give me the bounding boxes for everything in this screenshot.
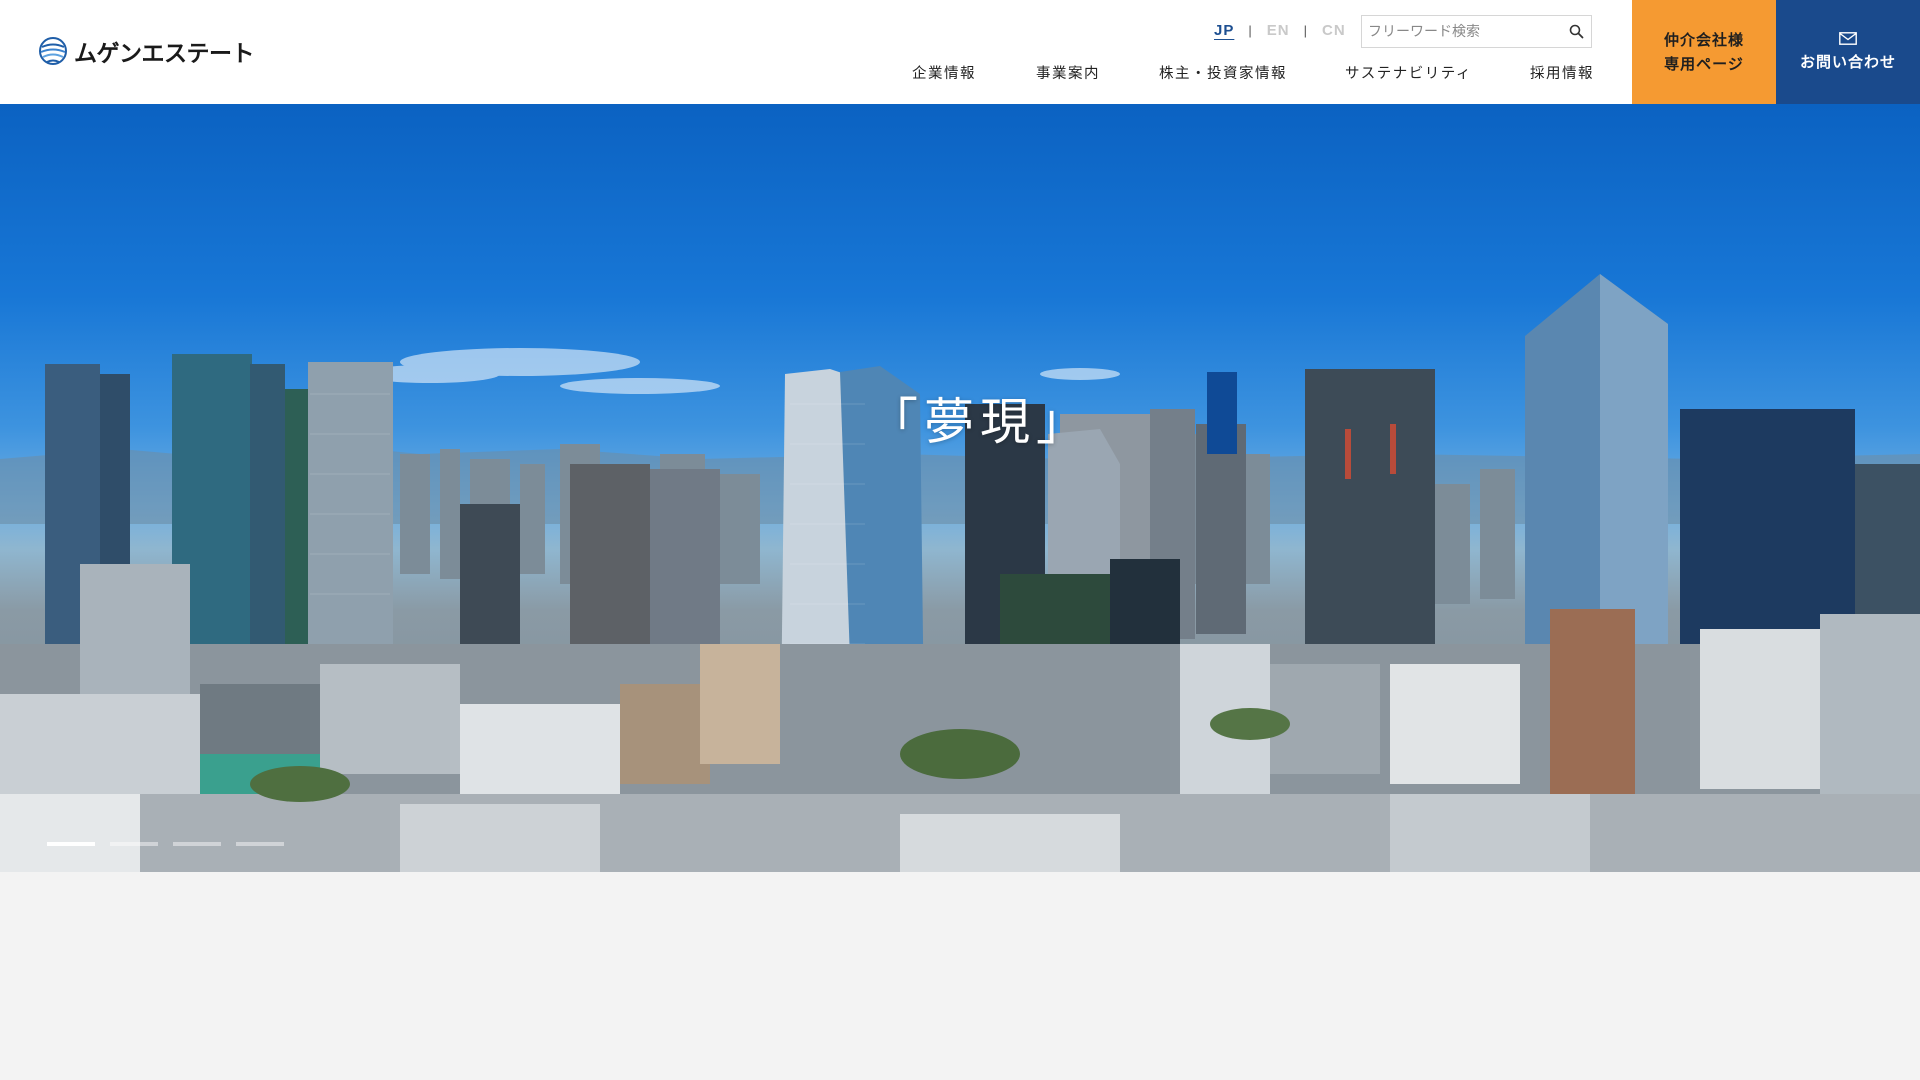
slider-pagination xyxy=(47,842,284,846)
language-switcher: JP | EN | CN xyxy=(1208,22,1352,39)
lang-cn[interactable]: CN xyxy=(1316,22,1352,39)
broker-page-button[interactable]: 仲介会社様 専用ページ xyxy=(1632,0,1776,104)
slider-dot-1[interactable] xyxy=(47,842,95,846)
contact-button[interactable]: お問い合わせ xyxy=(1776,0,1920,104)
logo-text: ムゲンエステート xyxy=(74,41,255,67)
nav-business[interactable]: 事業案内 xyxy=(1036,62,1100,83)
nav-investors[interactable]: 株主・投資家情報 xyxy=(1159,62,1287,83)
search-button[interactable] xyxy=(1561,16,1591,47)
broker-label-line1: 仲介会社様 xyxy=(1663,31,1744,49)
globe-logo-icon xyxy=(39,37,67,65)
hero-headline: 「夢現」 xyxy=(868,393,1092,451)
lang-separator: | xyxy=(1303,23,1308,38)
broker-button-label: 仲介会社様 専用ページ xyxy=(1664,28,1744,76)
search-box xyxy=(1361,15,1592,48)
slider-dot-3[interactable] xyxy=(173,842,221,846)
site-header: ムゲンエステート JP | EN | CN 企業情報 事業案内 株主・投資家情報… xyxy=(0,0,1920,104)
lang-jp[interactable]: JP xyxy=(1208,22,1240,39)
site-logo[interactable]: ムゲンエステート xyxy=(38,34,255,68)
lang-en[interactable]: EN xyxy=(1261,22,1296,39)
mail-icon xyxy=(1839,32,1857,45)
hero-slider: 「夢現」 xyxy=(0,104,1920,872)
slider-dot-4[interactable] xyxy=(236,842,284,846)
contact-button-label: お問い合わせ xyxy=(1799,53,1896,71)
search-input[interactable] xyxy=(1362,16,1561,47)
broker-label-line2: 専用ページ xyxy=(1664,55,1744,73)
search-icon xyxy=(1569,24,1583,39)
lang-separator: | xyxy=(1248,23,1253,38)
nav-sustainability[interactable]: サステナビリティ xyxy=(1345,62,1472,83)
hero-cityscape-image xyxy=(0,274,1920,872)
nav-company-info[interactable]: 企業情報 xyxy=(912,62,976,83)
slider-dot-2[interactable] xyxy=(110,842,158,846)
content-area xyxy=(0,872,1920,1080)
hero-accent-bar xyxy=(1207,372,1237,454)
nav-recruit[interactable]: 採用情報 xyxy=(1530,62,1594,83)
